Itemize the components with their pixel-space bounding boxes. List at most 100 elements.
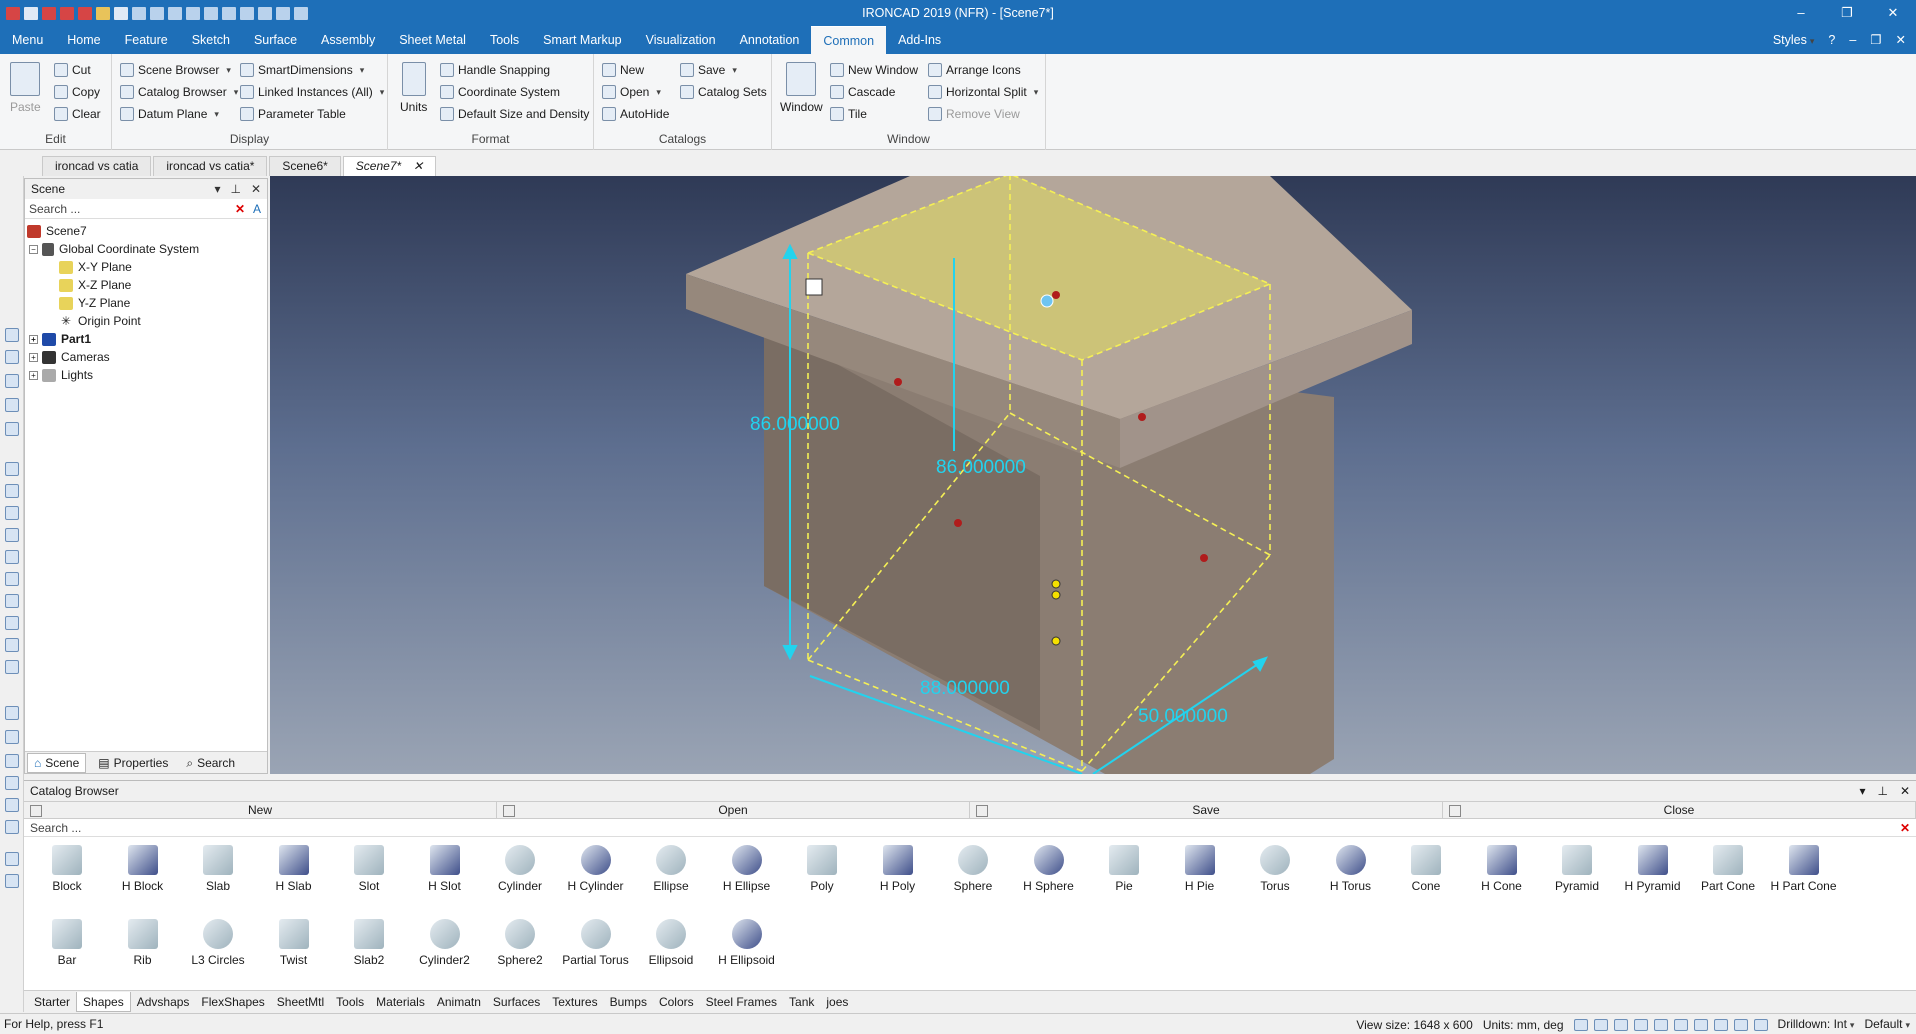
section-icon[interactable]: [1693, 1018, 1708, 1031]
catalog-tab-textures[interactable]: Textures: [546, 992, 603, 1012]
shape-slab[interactable]: Slab: [181, 839, 255, 895]
shape-h-cylinder[interactable]: H Cylinder: [559, 839, 633, 895]
view-tool-1-icon[interactable]: [5, 328, 19, 342]
ribbon-minimize-button[interactable]: –: [1849, 26, 1856, 54]
tab-menu[interactable]: Menu: [0, 26, 55, 54]
zoom-icon[interactable]: [1593, 1018, 1608, 1031]
tree-node-scene7[interactable]: Scene7: [25, 222, 267, 240]
catalog-browser-button[interactable]: Catalog Browser: [120, 82, 238, 102]
catalog-tab-tools[interactable]: Tools: [330, 992, 370, 1012]
catalog-open-button[interactable]: Open: [602, 82, 661, 102]
shape-l3-circles[interactable]: L3 Circles: [181, 913, 255, 969]
shape-sphere2[interactable]: Sphere2: [483, 913, 557, 969]
clear-button[interactable]: Clear: [54, 104, 101, 124]
view-tool-4-icon[interactable]: [5, 398, 19, 412]
catalog-close-button[interactable]: Close: [1443, 802, 1916, 818]
customize-qat-icon[interactable]: [294, 6, 308, 20]
view-tool-3-icon[interactable]: [5, 374, 19, 388]
zoom-fit-icon[interactable]: [1573, 1018, 1588, 1031]
clear-search-icon[interactable]: ✕: [235, 202, 245, 216]
undo-icon[interactable]: [204, 6, 218, 20]
rotate-tool-icon[interactable]: [5, 798, 19, 812]
shape-sphere[interactable]: Sphere: [936, 839, 1010, 895]
shading-icon[interactable]: [1633, 1018, 1648, 1031]
catalog-tab-steel-frames[interactable]: Steel Frames: [700, 992, 783, 1012]
shape-poly[interactable]: Poly: [785, 839, 859, 895]
handle-bottom-1[interactable]: [1051, 579, 1061, 589]
catalog-save-button[interactable]: Save: [680, 60, 737, 80]
tree-node-xy-plane[interactable]: X-Y Plane: [25, 258, 267, 276]
anchor-handle[interactable]: [1040, 294, 1054, 308]
style-dropdown[interactable]: Default: [1864, 1014, 1910, 1034]
catalog-menu-icon[interactable]: ▾: [1859, 781, 1865, 801]
cube-tool-4-icon[interactable]: [5, 528, 19, 542]
tab-add-ins[interactable]: Add-Ins: [886, 26, 953, 54]
scene-search-input[interactable]: Search ... ✕ A: [25, 199, 267, 219]
cascade-button[interactable]: Cascade: [830, 82, 895, 102]
tree-node-xz-plane[interactable]: X-Z Plane: [25, 276, 267, 294]
shape-h-slab[interactable]: H Slab: [257, 839, 331, 895]
doc-tab-scene6[interactable]: Scene6*: [269, 156, 341, 176]
shape-part-cone[interactable]: Part Cone: [1691, 839, 1765, 895]
render-icon[interactable]: [1713, 1018, 1728, 1031]
shape-h-slot[interactable]: H Slot: [408, 839, 482, 895]
view-tool-2-icon[interactable]: [5, 350, 19, 364]
dimension-label-width[interactable]: 50.000000: [1138, 706, 1228, 727]
tree-icon[interactable]: [258, 6, 272, 20]
shade-tool-icon[interactable]: [5, 874, 19, 888]
cube-tool-2-icon[interactable]: [5, 484, 19, 498]
catalog-tab-joes[interactable]: joes: [820, 992, 854, 1012]
ribbon-close-button[interactable]: ✕: [1896, 26, 1906, 54]
help-icon[interactable]: ?: [1828, 26, 1835, 54]
tree-node-lights[interactable]: + Lights: [25, 366, 267, 384]
shape-ellipse[interactable]: Ellipse: [634, 839, 708, 895]
open-folder-icon[interactable]: [96, 6, 110, 20]
dimension-label-length[interactable]: 88.000000: [920, 678, 1010, 699]
tab-smart-markup[interactable]: Smart Markup: [531, 26, 634, 54]
tab-visualization[interactable]: Visualization: [634, 26, 728, 54]
handle-top[interactable]: [1052, 291, 1060, 299]
shape-bar[interactable]: Bar: [30, 913, 104, 969]
shape-h-pie[interactable]: H Pie: [1163, 839, 1237, 895]
save-icon[interactable]: [114, 6, 128, 20]
camera-icon[interactable]: [1733, 1018, 1748, 1031]
tab-common[interactable]: Common: [811, 26, 887, 54]
cube-tool-10-icon[interactable]: [5, 660, 19, 674]
panel-menu-icon[interactable]: ▾: [214, 179, 220, 199]
shape-torus[interactable]: Torus: [1238, 839, 1312, 895]
catalog-close-icon[interactable]: ✕: [1900, 781, 1910, 801]
shape-h-ellipse[interactable]: H Ellipse: [710, 839, 784, 895]
tab-surface[interactable]: Surface: [242, 26, 309, 54]
catalog-tab-surfaces[interactable]: Surfaces: [487, 992, 546, 1012]
tab-feature[interactable]: Feature: [113, 26, 180, 54]
shape-rib[interactable]: Rib: [106, 913, 180, 969]
selection-filter-icon[interactable]: [1653, 1018, 1668, 1031]
camera-tool-icon[interactable]: [5, 730, 19, 744]
shape-partial-torus[interactable]: Partial Torus: [559, 913, 633, 969]
cursor-icon[interactable]: [1753, 1018, 1768, 1031]
window-button[interactable]: Window: [780, 62, 823, 132]
parameter-table-button[interactable]: Parameter Table: [240, 104, 346, 124]
styles-dropdown[interactable]: Styles: [1773, 26, 1815, 54]
catalog-save-button[interactable]: Save: [970, 802, 1443, 818]
shape-slot[interactable]: Slot: [332, 839, 406, 895]
display-mode-icon[interactable]: [1613, 1018, 1628, 1031]
catalog-new-button[interactable]: New: [602, 60, 644, 80]
new-drawing-icon[interactable]: [78, 6, 92, 20]
doc-tab-ironcad-vs-catia[interactable]: ironcad vs catia: [42, 156, 152, 176]
grid-icon[interactable]: [276, 6, 290, 20]
3d-viewport[interactable]: 86.000000 86.000000 88.000000 50.000000: [270, 176, 1916, 774]
cut-button[interactable]: Cut: [54, 60, 91, 80]
close-tab-icon[interactable]: ✕: [413, 159, 423, 173]
handle-bottom-2[interactable]: [1051, 590, 1061, 600]
export-icon[interactable]: [150, 6, 164, 20]
tab-home[interactable]: Home: [55, 26, 112, 54]
handle-left[interactable]: [894, 378, 902, 386]
pin-icon[interactable]: ⊥: [230, 179, 240, 199]
shape-pyramid[interactable]: Pyramid: [1540, 839, 1614, 895]
catalog-tab-tank[interactable]: Tank: [783, 992, 820, 1012]
catalog-tab-sheetmtl[interactable]: SheetMtl: [271, 992, 330, 1012]
shape-h-pyramid[interactable]: H Pyramid: [1616, 839, 1690, 895]
shape-h-part-cone[interactable]: H Part Cone: [1767, 839, 1841, 895]
shape-slab2[interactable]: Slab2: [332, 913, 406, 969]
